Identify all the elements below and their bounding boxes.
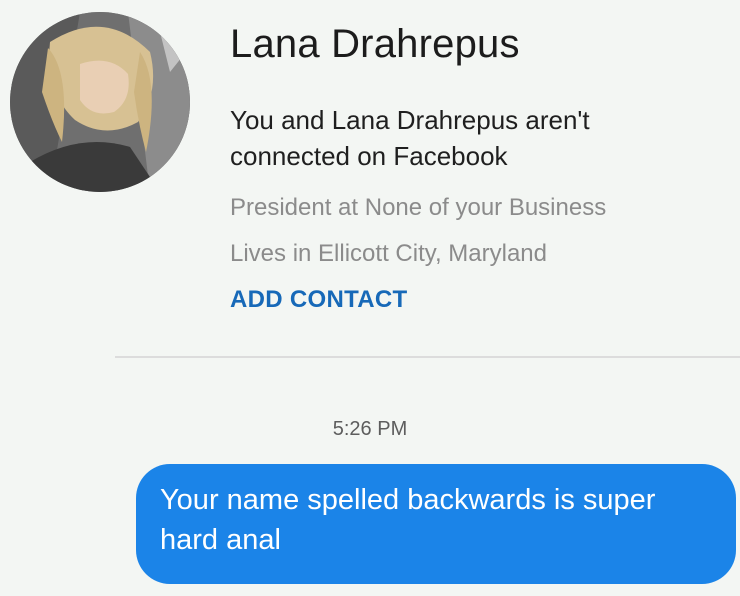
sent-message-bubble[interactable]: Your name spelled backwards is super har… (136, 464, 736, 584)
message-timestamp: 5:26 PM (332, 418, 408, 440)
divider (115, 356, 740, 358)
connection-status: You and Lana Drahrepus aren't connected … (230, 105, 590, 171)
contact-name: Lana Drahrepus (230, 22, 520, 66)
profile-avatar[interactable] (10, 12, 190, 192)
location-info: Lives in Ellicott City, Maryland (230, 240, 547, 267)
add-contact-button[interactable]: ADD CONTACT (230, 286, 408, 314)
avatar-photo-icon (10, 12, 190, 192)
message-text: Your name spelled backwards is super har… (160, 484, 656, 556)
work-info: President at None of your Business (230, 194, 607, 221)
